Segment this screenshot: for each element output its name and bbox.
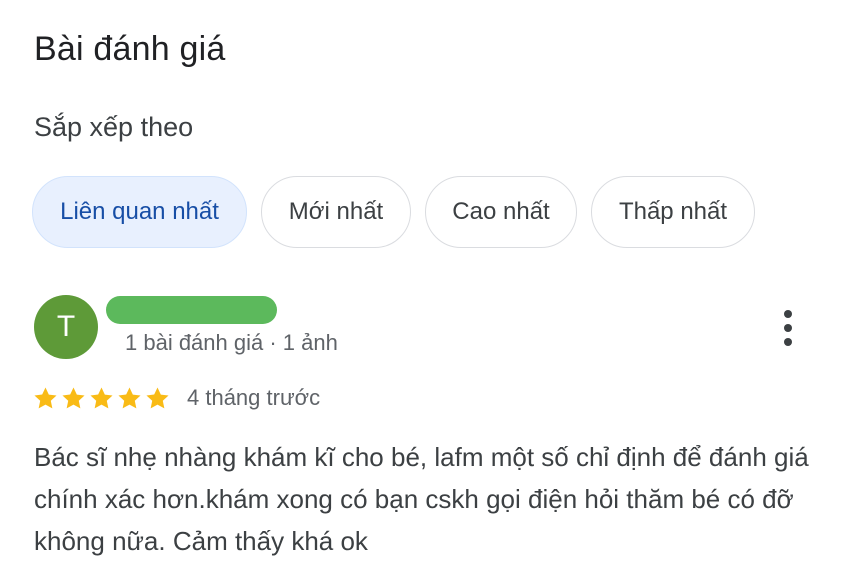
sort-chip-most-relevant[interactable]: Liên quan nhất bbox=[32, 176, 247, 248]
review-time: 4 tháng trước bbox=[187, 385, 321, 410]
star-icon bbox=[90, 386, 113, 408]
more-vertical-icon[interactable] bbox=[772, 306, 804, 350]
sort-chip-newest[interactable]: Mới nhất bbox=[261, 176, 411, 248]
star-rating bbox=[32, 385, 171, 412]
sort-chips: Liên quan nhất Mới nhất Cao nhất Thấp nh… bbox=[32, 176, 755, 248]
reviewer-meta[interactable]: 1 bài đánh giá · 1 ảnh bbox=[125, 327, 338, 359]
reviews-panel: Bài đánh giá Sắp xếp theo Liên quan nhất… bbox=[0, 0, 845, 566]
review-text: Bác sĩ nhẹ nhàng khám kĩ cho bé, lafm mộ… bbox=[34, 442, 809, 556]
rating-row: 4 tháng trước bbox=[32, 382, 320, 414]
star-icon bbox=[118, 386, 141, 408]
sort-chip-highest[interactable]: Cao nhất bbox=[425, 176, 577, 248]
avatar[interactable]: T bbox=[34, 295, 98, 359]
sort-label: Sắp xếp theo bbox=[34, 112, 194, 142]
page-title: Bài đánh giá bbox=[34, 30, 226, 68]
star-icon bbox=[34, 386, 57, 408]
star-icon bbox=[146, 386, 169, 408]
reviewer-name-redacted bbox=[106, 296, 277, 324]
sort-chip-lowest[interactable]: Thấp nhất bbox=[591, 176, 755, 248]
star-icon bbox=[62, 386, 85, 408]
avatar-initial: T bbox=[56, 310, 76, 343]
